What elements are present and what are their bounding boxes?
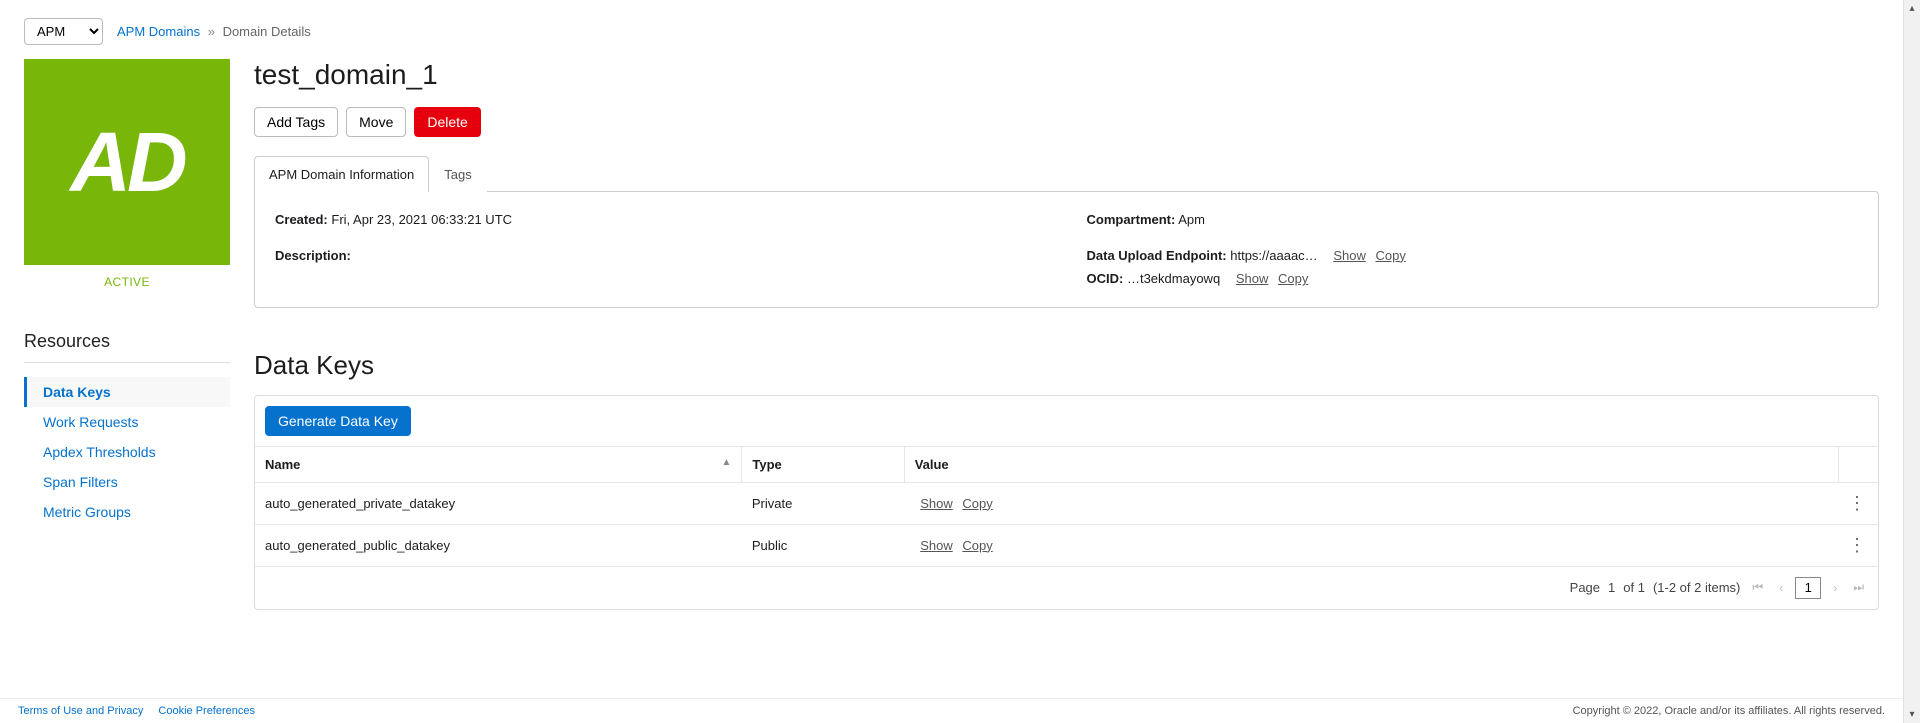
pager-range: (1-2 of 2 items) [1653,580,1740,595]
delete-button[interactable]: Delete [414,107,480,137]
table-row: auto_generated_public_datakey Public Sho… [255,524,1878,566]
ocid-field: OCID: …t3ekdmayowq Show Copy [1087,269,1859,289]
value-show-link[interactable]: Show [920,496,953,511]
col-value[interactable]: Value [904,446,1838,482]
ocid-copy-link[interactable]: Copy [1278,271,1308,286]
created-field: Created: Fri, Apr 23, 2021 06:33:21 UTC [275,210,1047,230]
pager-next-icon[interactable]: › [1829,579,1841,597]
upload-copy-link[interactable]: Copy [1375,248,1405,263]
value-copy-link[interactable]: Copy [962,538,992,553]
resource-tile: AD [24,59,230,265]
row-actions-menu[interactable]: ⋮ [1838,524,1878,566]
ocid-label: OCID: [1087,271,1124,286]
footer-terms-link[interactable]: Terms of Use and Privacy [18,705,143,717]
row-actions-menu[interactable]: ⋮ [1838,482,1878,524]
description-field: Description: [275,246,1047,266]
pager-of: of 1 [1623,580,1645,595]
breadcrumb-current: Domain Details [223,24,311,39]
main-content: test_domain_1 Add Tags Move Delete APM D… [254,59,1879,610]
tab-tags[interactable]: Tags [429,156,486,192]
sidebar-item-span-filters[interactable]: Span Filters [24,467,230,497]
description-label: Description: [275,248,351,263]
sidebar-item-data-keys[interactable]: Data Keys [24,377,230,407]
value-show-link[interactable]: Show [920,538,953,553]
info-card: Created: Fri, Apr 23, 2021 06:33:21 UTC … [254,191,1879,308]
created-label: Created: [275,212,328,227]
generate-data-key-button[interactable]: Generate Data Key [265,406,411,436]
sidebar-item-metric-groups[interactable]: Metric Groups [24,497,230,527]
col-name[interactable]: Name ▲ [255,446,742,482]
sidebar: AD ACTIVE Resources Data Keys Work Reque… [24,59,230,610]
value-copy-link[interactable]: Copy [962,496,992,511]
cell-type: Public [742,524,904,566]
pager-page-label: Page [1570,580,1600,595]
upload-endpoint-field: Data Upload Endpoint: https://aaaac… Sho… [1087,246,1859,266]
pager: Page 1 of 1 (1-2 of 2 items) ⏮ ‹ › ⏭ [255,566,1878,609]
move-button[interactable]: Move [346,107,406,137]
table-row: auto_generated_private_datakey Private S… [255,482,1878,524]
col-type[interactable]: Type [742,446,904,482]
data-keys-table: Name ▲ Type Value auto_generated_private… [255,446,1878,566]
pager-current-display: 1 [1608,580,1615,595]
data-keys-heading: Data Keys [254,350,1879,381]
upload-endpoint-label: Data Upload Endpoint: [1087,248,1227,263]
add-tags-button[interactable]: Add Tags [254,107,338,137]
breadcrumb: APM Domains » Domain Details [117,24,311,39]
vertical-scrollbar[interactable]: ▴ ▾ [1903,0,1920,723]
scroll-down-icon[interactable]: ▾ [1904,706,1920,723]
resources-heading: Resources [24,331,230,363]
compartment-field: Compartment: Apm [1087,210,1859,230]
tab-apm-domain-info[interactable]: APM Domain Information [254,156,429,192]
breadcrumb-sep: » [208,24,215,39]
sort-asc-icon: ▲ [721,457,731,468]
cell-value: Show Copy [904,524,1838,566]
sidebar-item-work-requests[interactable]: Work Requests [24,407,230,437]
cell-name: auto_generated_public_datakey [255,524,742,566]
sidebar-item-apdex-thresholds[interactable]: Apdex Thresholds [24,437,230,467]
cell-type: Private [742,482,904,524]
cell-name: auto_generated_private_datakey [255,482,742,524]
service-selector[interactable]: APM [24,18,103,45]
breadcrumb-root-link[interactable]: APM Domains [117,24,200,39]
ocid-value: …t3ekdmayowq [1127,271,1220,286]
tile-letters: AD [70,114,183,211]
footer: Terms of Use and Privacy Cookie Preferen… [0,698,1903,723]
upload-show-link[interactable]: Show [1333,248,1366,263]
footer-cookie-link[interactable]: Cookie Preferences [158,705,255,717]
compartment-value: Apm [1178,212,1205,227]
created-value: Fri, Apr 23, 2021 06:33:21 UTC [331,212,512,227]
footer-copyright: Copyright © 2022, Oracle and/or its affi… [1573,705,1885,717]
pager-page-input[interactable] [1795,577,1821,599]
col-actions [1838,446,1878,482]
status-badge: ACTIVE [24,275,230,289]
pager-prev-icon[interactable]: ‹ [1775,579,1787,597]
scroll-up-icon[interactable]: ▴ [1904,0,1920,17]
cell-value: Show Copy [904,482,1838,524]
pager-first-icon[interactable]: ⏮ [1748,578,1767,597]
compartment-label: Compartment: [1087,212,1176,227]
data-keys-table-card: Generate Data Key Name ▲ Type Value [254,395,1879,610]
upload-endpoint-value: https://aaaac… [1230,248,1317,263]
ocid-show-link[interactable]: Show [1236,271,1269,286]
pager-last-icon[interactable]: ⏭ [1849,578,1868,597]
page-title: test_domain_1 [254,59,1879,91]
